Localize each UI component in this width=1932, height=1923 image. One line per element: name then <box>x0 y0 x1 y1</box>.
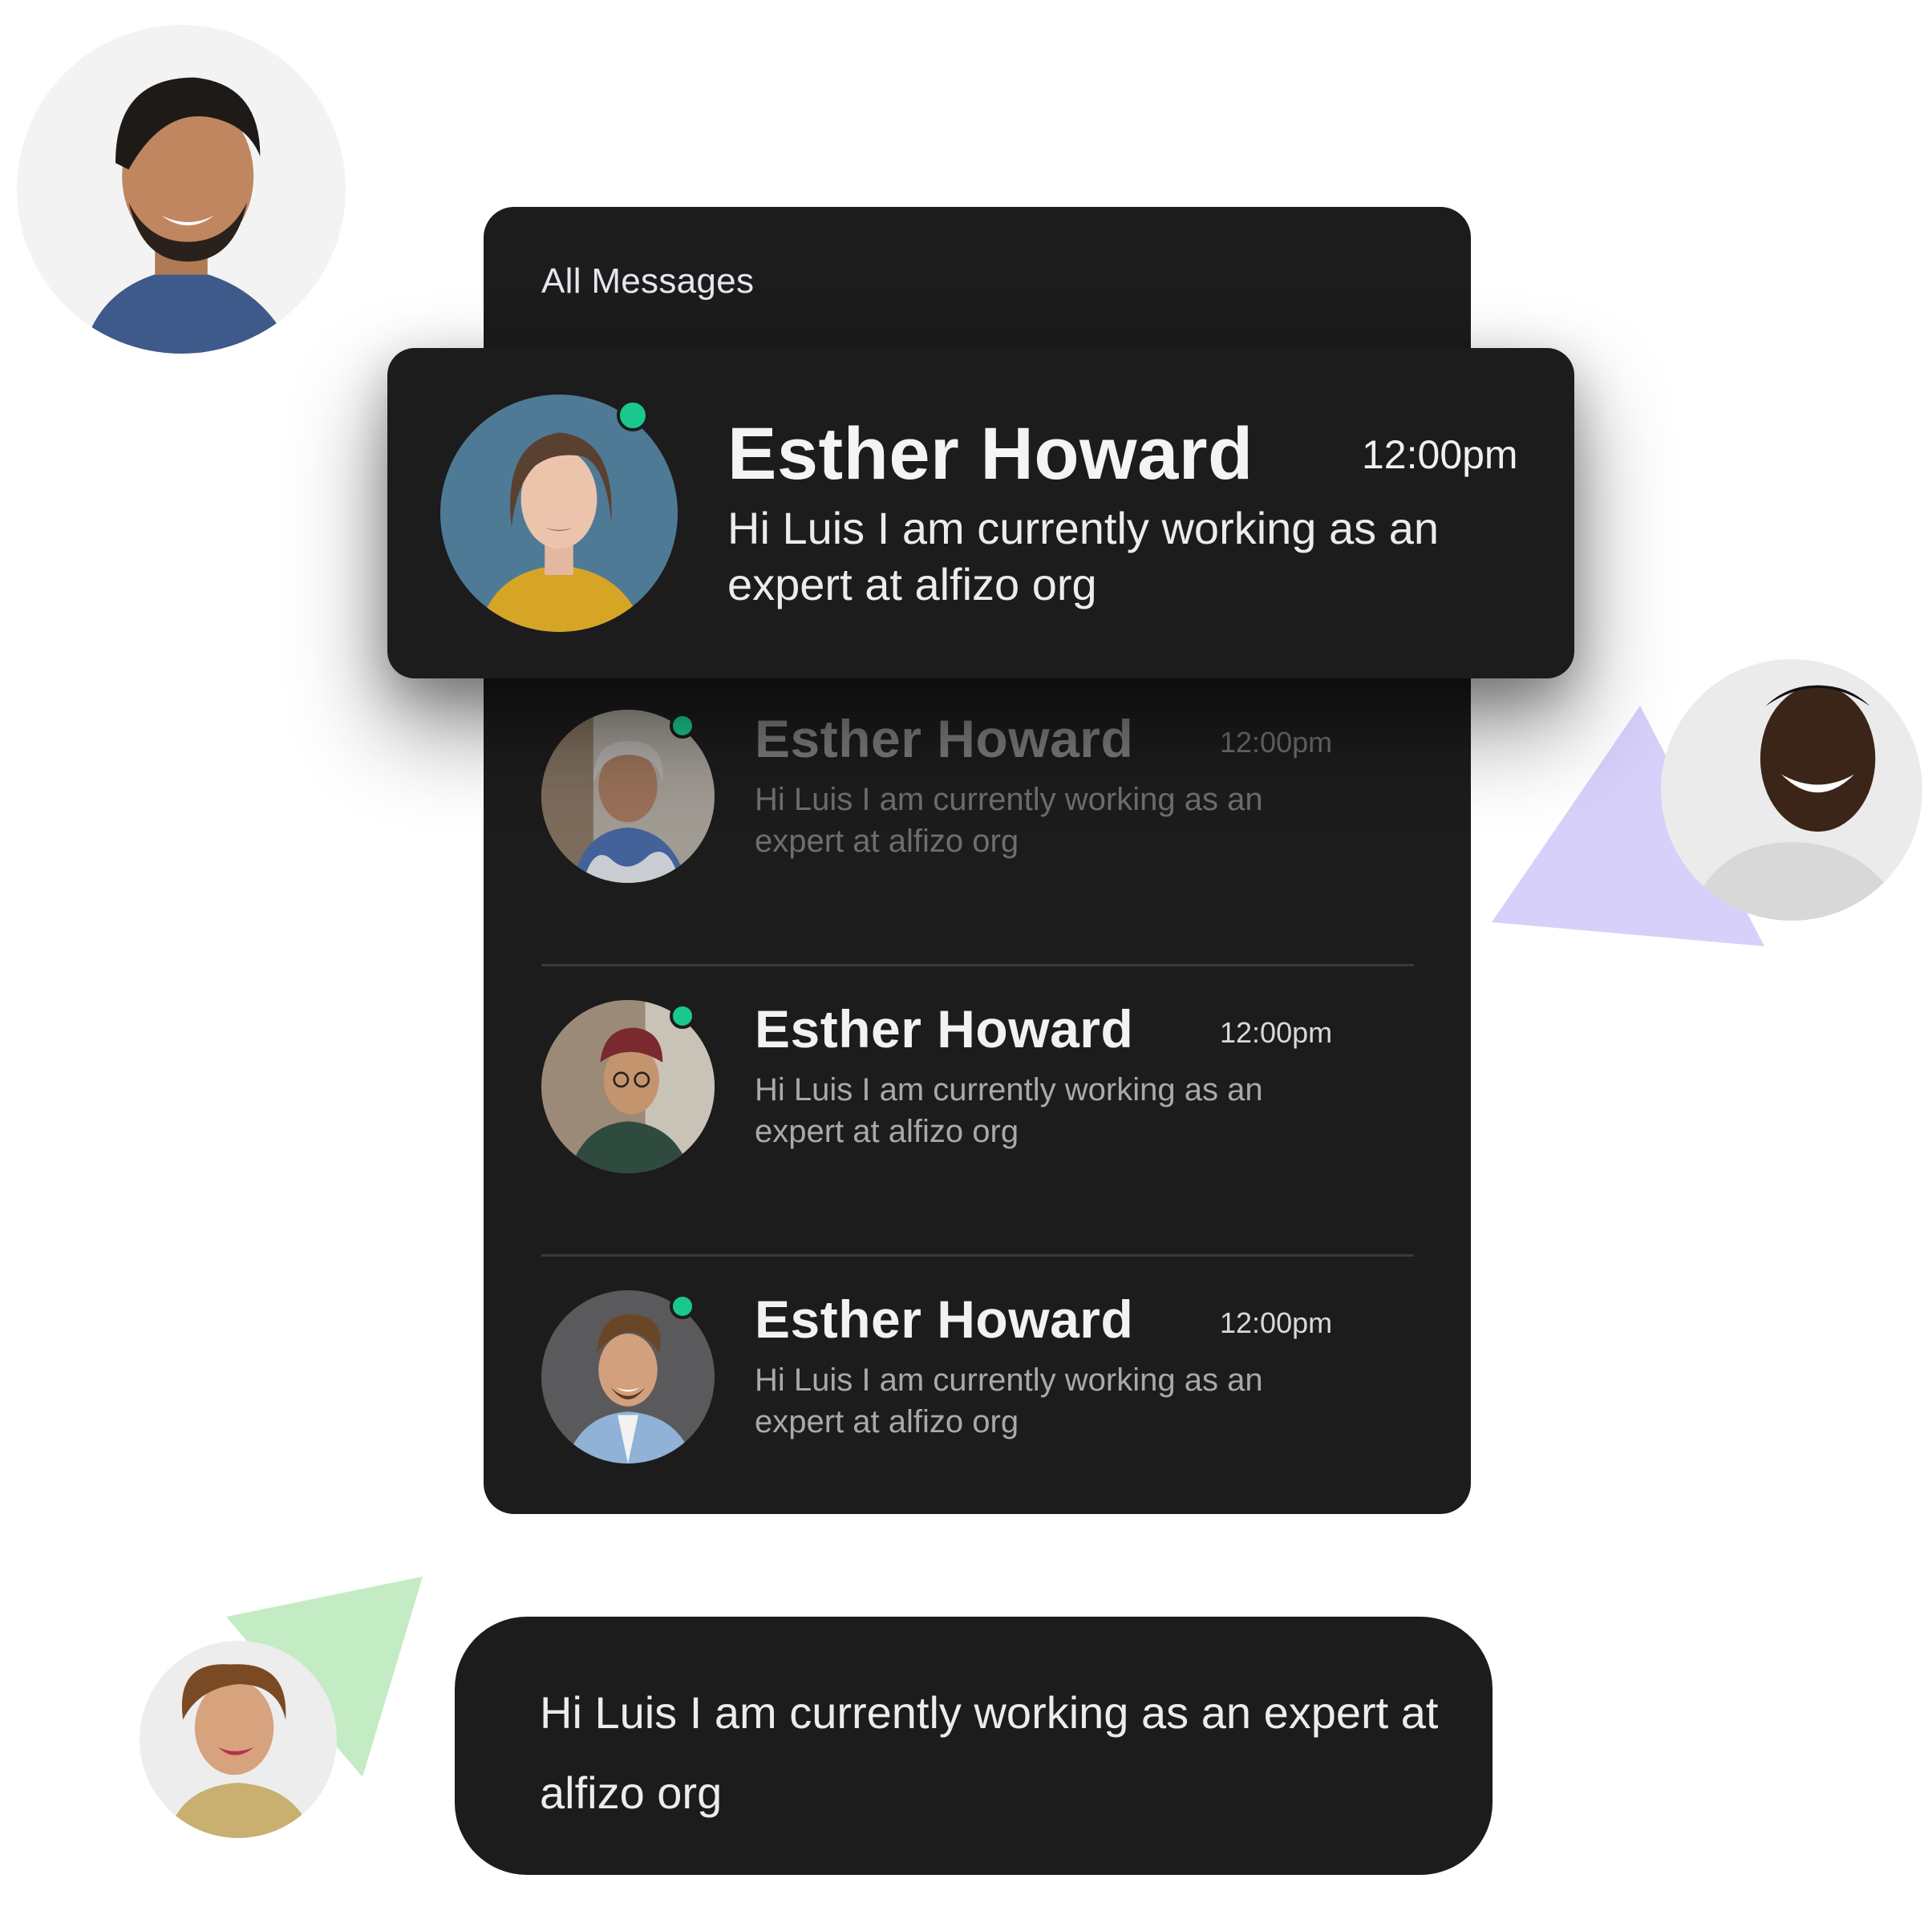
message-preview: Hi Luis I am currently working as an exp… <box>755 1362 1263 1439</box>
message-row[interactable]: Esther Howard 12:00pm Hi Luis I am curre… <box>541 676 1414 966</box>
chat-bubble: Hi Luis I am currently working as an exp… <box>455 1617 1493 1875</box>
decorative-avatar-smiling-man <box>17 25 346 354</box>
contact-name: Esther Howard <box>727 413 1254 495</box>
avatar-illustration <box>17 25 346 354</box>
contact-name: Esther Howard <box>755 1289 1134 1349</box>
panel-title: All Messages <box>541 261 755 301</box>
avatar-illustration <box>140 1641 337 1838</box>
decorative-avatar-laughing-man <box>1661 659 1922 921</box>
highlighted-message-card[interactable]: Esther Howard 12:00pm Hi Luis I am curre… <box>387 348 1574 678</box>
message-time: 12:00pm <box>1220 1306 1333 1339</box>
message-preview: Hi Luis I am currently working as an exp… <box>755 1072 1263 1149</box>
online-status-dot-icon <box>670 1003 695 1029</box>
online-status-dot-icon <box>670 713 695 739</box>
online-status-dot-icon <box>617 399 649 431</box>
contact-name: Esther Howard <box>755 709 1134 768</box>
contact-avatar <box>541 1000 715 1173</box>
message-preview: Hi Luis I am currently working as an exp… <box>755 782 1263 859</box>
contact-avatar <box>541 710 715 883</box>
message-time: 12:00pm <box>1220 1016 1333 1049</box>
message-time: 12:00pm <box>1362 432 1518 477</box>
contact-avatar <box>541 1290 715 1464</box>
chat-bubble-text: Hi Luis I am currently working as an exp… <box>540 1687 1439 1818</box>
avatar-illustration <box>1661 659 1922 921</box>
contact-avatar <box>440 395 678 632</box>
online-status-dot-icon <box>670 1293 695 1319</box>
contact-name: Esther Howard <box>755 999 1134 1059</box>
message-row[interactable]: Esther Howard 12:00pm Hi Luis I am curre… <box>541 1257 1414 1514</box>
message-preview: Hi Luis I am currently working as an exp… <box>727 503 1440 609</box>
message-row[interactable]: Esther Howard 12:00pm Hi Luis I am curre… <box>541 966 1414 1257</box>
message-time: 12:00pm <box>1220 726 1333 759</box>
decorative-avatar-curly-hair-woman <box>140 1641 337 1838</box>
avatar-illustration <box>440 395 678 632</box>
